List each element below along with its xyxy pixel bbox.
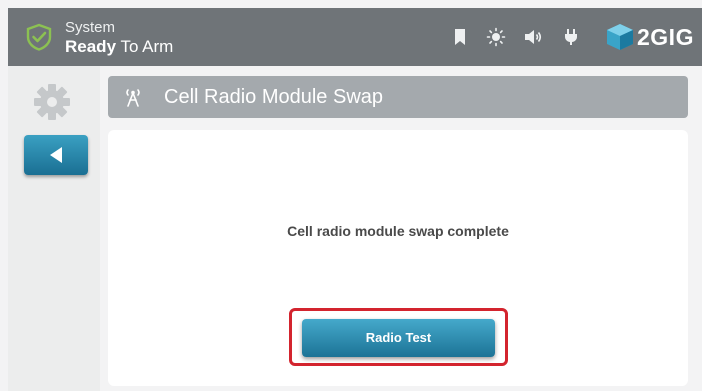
- brightness-icon[interactable]: [486, 27, 506, 47]
- brand-logo: 2GIG: [603, 22, 699, 52]
- arm-status[interactable]: Ready To Arm: [65, 37, 173, 57]
- back-button[interactable]: [24, 135, 88, 175]
- cell-tower-icon: [126, 89, 140, 107]
- status-bar: System Ready To Arm 2GIG: [8, 8, 702, 66]
- radio-test-button[interactable]: Radio Test: [302, 319, 495, 357]
- system-label: System: [65, 19, 116, 36]
- content-panel: Cell radio module swap complete Radio Te…: [108, 130, 688, 386]
- status-message: Cell radio module swap complete: [287, 223, 509, 239]
- power-plug-icon[interactable]: [561, 27, 581, 47]
- brand-cube-icon: [607, 24, 633, 50]
- arm-status-rest: To Arm: [116, 37, 174, 56]
- gear-icon[interactable]: [32, 82, 72, 122]
- bookmark-icon[interactable]: [450, 27, 470, 47]
- back-arrow-icon: [50, 147, 62, 163]
- brand-name: 2GIG: [637, 24, 694, 50]
- sidebar: [8, 66, 100, 391]
- page-title: Cell Radio Module Swap: [164, 86, 384, 108]
- page-header: Cell Radio Module Swap: [108, 76, 688, 118]
- shield-check-icon: [26, 23, 52, 51]
- arm-status-bold: Ready: [65, 37, 117, 56]
- volume-icon[interactable]: [523, 27, 543, 47]
